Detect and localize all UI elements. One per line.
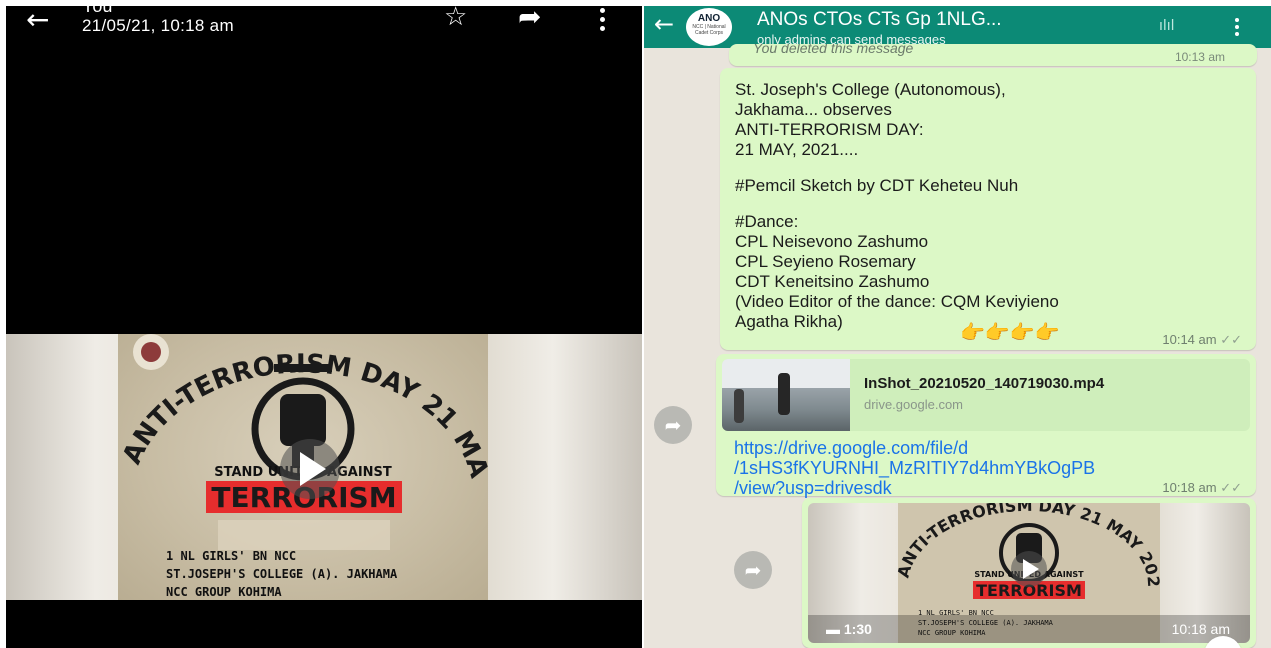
link-file-name: InShot_20210520_140719030.mp4 — [864, 375, 1105, 392]
message-line: 21 MAY, 2021.... — [735, 140, 859, 159]
message-link[interactable]: /1sHS3fKYURNHI_MzRITIY7d4hmYBkOgPB — [734, 458, 1095, 479]
message-time: 10:18 am — [1171, 621, 1230, 637]
video-player[interactable]: ANTI-TERRORISM DAY 21 MAY 2021 STAND UNI… — [6, 334, 642, 600]
poster-footer-3: NCC GROUP KOHIMA — [166, 585, 282, 599]
message-line: CPL Neisevono Zashumo — [735, 232, 929, 251]
audio-call-icon[interactable]: ılıl — [1159, 18, 1175, 34]
avatar-text: ANO — [697, 13, 721, 24]
screenshot-collage: ← You 21/05/21, 10:18 am ☆ ➦ ANTI-TERROR — [0, 0, 1271, 648]
forward-icon[interactable]: ➦ — [654, 406, 692, 444]
message-line: CPL Seyieno Rosemary — [735, 252, 916, 271]
forward-icon[interactable]: ➦ — [734, 551, 772, 589]
message-line: Jakhama... observes — [735, 100, 892, 119]
message-line: CDT Keneitsino Zashumo — [735, 272, 930, 291]
chat-title[interactable]: ANOs CTOs CTs Gp 1NLG... — [757, 9, 1002, 31]
star-icon[interactable]: ☆ — [444, 6, 467, 32]
link-thumbnail — [722, 359, 850, 431]
message-time: 10:13 am — [1174, 50, 1225, 64]
deleted-message-text: You deleted this message — [753, 44, 914, 56]
video-thumbnail[interactable]: ANTI-TERRORISM DAY 21 MAY 2021 STAND UNI… — [808, 503, 1250, 643]
viewer-topbar: ← You 21/05/21, 10:18 am ☆ ➦ — [6, 6, 642, 46]
message-line: #Pemcil Sketch by CDT Keheteu Nuh — [735, 176, 1019, 195]
media-timestamp: 21/05/21, 10:18 am — [82, 16, 234, 35]
message-time: 10:14 am ✓✓ — [1162, 332, 1242, 348]
avatar-subtext: NCC | National Cadet Corps — [692, 24, 726, 36]
poster-footer-2: ST.JOSEPH'S COLLEGE (A). JAKHAMA — [166, 567, 398, 581]
message-bubble[interactable]: St. Joseph's College (Autonomous), Jakha… — [720, 68, 1256, 350]
share-icon[interactable]: ➦ — [518, 6, 541, 33]
link-domain: drive.google.com — [864, 397, 963, 412]
message-line: ANTI-TERRORISM DAY: — [735, 120, 924, 139]
more-options-icon[interactable] — [1235, 18, 1241, 39]
more-options-icon[interactable] — [600, 8, 606, 35]
back-arrow-icon[interactable]: ← — [654, 10, 674, 38]
group-avatar[interactable]: ANO NCC | National Cadet Corps — [686, 8, 732, 46]
message-line: Agatha Rikha) — [735, 312, 843, 331]
message-link[interactable]: https://drive.google.com/file/d — [734, 438, 968, 459]
pointing-hand-emojis: 👉👉👉👉 — [960, 320, 1060, 344]
back-arrow-icon[interactable]: ← — [26, 6, 49, 34]
media-viewer: ← You 21/05/21, 10:18 am ☆ ➦ ANTI-TERROR — [6, 6, 642, 648]
message-line: #Dance: — [735, 212, 799, 231]
poster-footer-1: 1 NL GIRLS' BN NCC — [166, 549, 296, 563]
message-line: St. Joseph's College (Autonomous), — [735, 80, 1006, 99]
video-duration: ▬ 1:30 — [826, 621, 872, 637]
message-line: (Video Editor of the dance: CQM Keviyien… — [735, 292, 1059, 311]
video-message-bubble[interactable]: ANTI-TERRORISM DAY 21 MAY 2021 STAND UNI… — [802, 498, 1256, 648]
link-preview-card[interactable]: InShot_20210520_140719030.mp4 drive.goog… — [722, 359, 1250, 431]
deleted-message: You deleted this message 10:13 am — [729, 44, 1257, 66]
poster-image: ANTI-TERRORISM DAY 21 MAY 2021 STAND UNI… — [108, 334, 494, 600]
poster-art: ANTI-TERRORISM DAY 21 MAY 2021 STAND UNI… — [108, 334, 494, 599]
link-message-bubble[interactable]: InShot_20210520_140719030.mp4 drive.goog… — [716, 354, 1256, 499]
message-time: 10:18 am ✓✓ — [1162, 480, 1242, 496]
chat-header: ← ANO NCC | National Cadet Corps ANOs CT… — [644, 6, 1271, 48]
chat-window: ← ANO NCC | National Cadet Corps ANOs CT… — [644, 6, 1271, 648]
message-link[interactable]: /view?usp=drivesdk — [734, 478, 892, 499]
